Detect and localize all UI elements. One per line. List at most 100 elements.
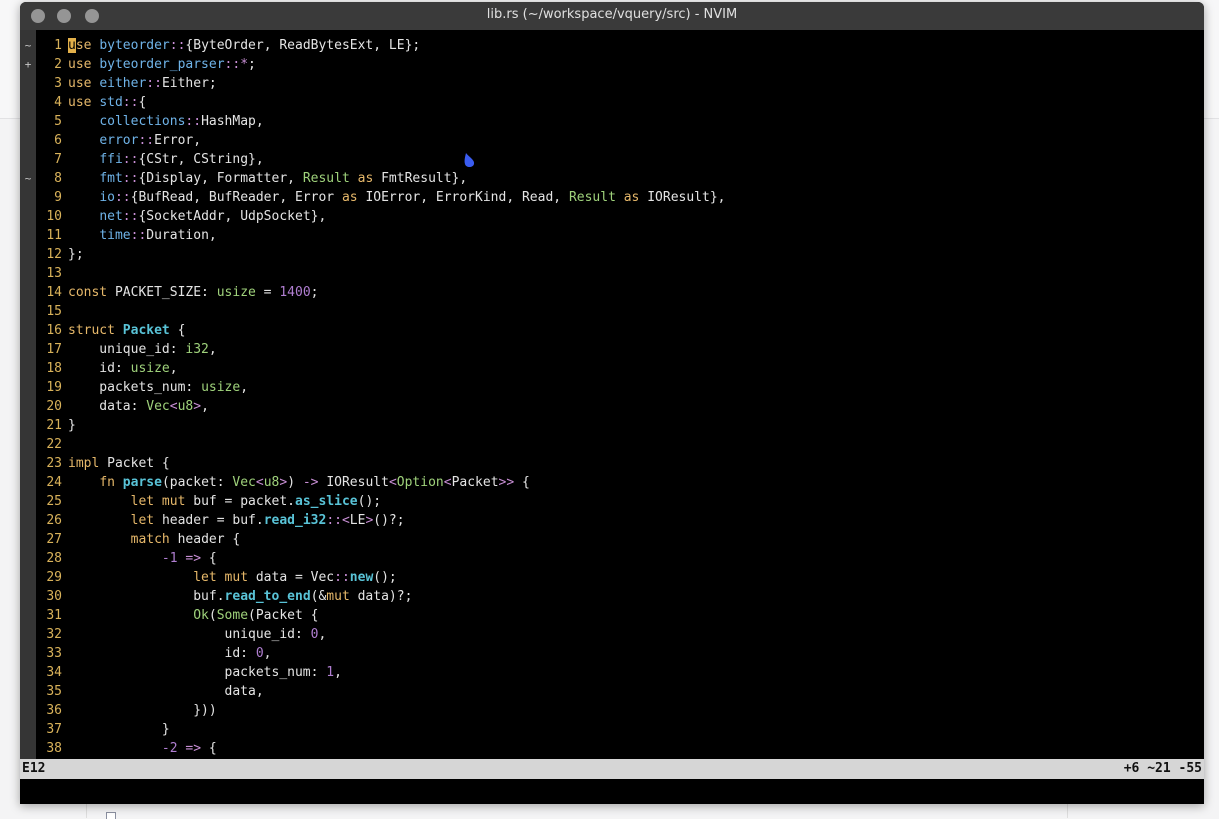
code-token: :: (122, 209, 139, 224)
code-line[interactable]: 32 unique_id: 0, (36, 625, 1204, 644)
code-line[interactable]: 26 let header = buf.read_i32::<LE>()?; (36, 511, 1204, 530)
code-line[interactable]: 22 (36, 435, 1204, 454)
code-line[interactable]: 17 unique_id: i32, (36, 340, 1204, 359)
code-line[interactable]: 13 (36, 264, 1204, 283)
code-token: > (193, 399, 202, 414)
git-sign: ~ (24, 172, 32, 185)
line-text: match header { (68, 532, 241, 547)
line-text: net::{SocketAddr, UdpSocket}, (68, 209, 326, 224)
line-text: id: 0, (68, 646, 272, 661)
code-token: {Display, Formatter, (138, 171, 303, 186)
line-text: unique_id: 0, (68, 627, 327, 642)
code-token: < (388, 475, 397, 490)
code-token: time (99, 228, 131, 243)
status-diff-stats: +6 ~21 -55 (1123, 761, 1202, 776)
code-token: as (615, 190, 648, 205)
code-token: , (334, 665, 342, 680)
code-line[interactable]: 36 })) (36, 701, 1204, 720)
code-line[interactable]: 18 id: usize, (36, 359, 1204, 378)
line-number: 8 (54, 171, 62, 186)
line-text: }; (68, 247, 84, 262)
line-text: time::Duration, (68, 228, 217, 243)
line-number: 6 (54, 133, 62, 148)
code-line[interactable]: 15 (36, 302, 1204, 321)
code-line[interactable]: 35 data, (36, 682, 1204, 701)
code-token: header = buf. (161, 513, 264, 528)
code-token: ::< (326, 513, 350, 528)
status-mode: E12 (22, 761, 46, 776)
code-line[interactable]: 14 const PACKET_SIZE: usize = 1400; (36, 283, 1204, 302)
line-text: let header = buf.read_i32::<LE>()?; (68, 513, 405, 528)
line-text: use std::{ (68, 95, 146, 110)
line-text: } (68, 418, 76, 433)
code-line[interactable]: 16 struct Packet { (36, 321, 1204, 340)
line-number: 16 (46, 323, 62, 338)
code-line[interactable]: 28 -1 => { (36, 549, 1204, 568)
code-line[interactable]: 24 fn parse(packet: Vec<u8>) -> IOResult… (36, 473, 1204, 492)
line-number: 22 (46, 437, 62, 452)
code-line[interactable]: 10 net::{SocketAddr, UdpSocket}, (36, 207, 1204, 226)
code-token: collections (99, 114, 186, 129)
code-line[interactable]: 11 time::Duration, (36, 226, 1204, 245)
code-token: >> (498, 475, 515, 490)
code-line[interactable]: 27 match header { (36, 530, 1204, 549)
line-text: buf.read_to_end(&mut data)?; (68, 589, 412, 604)
command-line[interactable] (20, 779, 1204, 804)
line-number: 18 (46, 361, 62, 376)
code-token: Result (302, 171, 350, 186)
code-line[interactable]: 1 use byteorder::{ByteOrder, ReadBytesExt… (36, 36, 1204, 55)
code-line[interactable]: 33 id: 0, (36, 644, 1204, 663)
code-line[interactable]: 12}; (36, 245, 1204, 264)
code-line[interactable]: 31 Ok(Some(Packet { (36, 606, 1204, 625)
code-token: , (263, 646, 272, 661)
editor-area[interactable]: ~ + ~ 1 use byteorder::{ByteOrder, ReadByte… (20, 30, 1204, 759)
code-line[interactable]: 30 buf.read_to_end(&mut data)?; (36, 587, 1204, 606)
line-number: 34 (46, 665, 62, 680)
code-line[interactable]: 23 impl Packet { (36, 454, 1204, 473)
line-number: 21 (46, 418, 62, 433)
code-line[interactable]: 9 io::{BufRead, BufReader, Error as IOEr… (36, 188, 1204, 207)
line-number: 35 (46, 684, 62, 699)
titlebar[interactable]: lib.rs (~/workspace/vquery/src) - NVIM (20, 2, 1204, 31)
code-token: {SocketAddr, UdpSocket}, (138, 209, 327, 224)
code-line[interactable]: 8 fmt::{Display, Formatter, Result as Fm… (36, 169, 1204, 188)
code-token: , (240, 380, 249, 395)
code-line[interactable]: 2 use byteorder_parser::*; (36, 55, 1204, 74)
line-number: 38 (46, 741, 62, 756)
code-token: use (68, 57, 100, 72)
code-line[interactable]: 19 packets_num: usize, (36, 378, 1204, 397)
code-token: Ok (193, 608, 209, 623)
code-token: } (68, 418, 76, 433)
code-token: byteorder_parser (99, 57, 225, 72)
code-line[interactable]: 7 ffi::{CStr, CString}, (36, 150, 1204, 169)
code-line[interactable]: 5 collections::HashMap, (36, 112, 1204, 131)
code-token: -> (302, 475, 319, 490)
code-line[interactable]: 25 let mut buf = packet.as_slice(); (36, 492, 1204, 511)
water-drop-icon (464, 153, 475, 167)
code-token: })) (68, 703, 217, 718)
code-token: u8 (263, 475, 280, 490)
code-line[interactable]: 6 error::Error, (36, 131, 1204, 150)
code-line[interactable]: 29 let mut data = Vec::new(); (36, 568, 1204, 587)
code-line[interactable]: 37 } (36, 720, 1204, 739)
code-line[interactable]: 3 use either::Either; (36, 74, 1204, 93)
code-lines[interactable]: 1 use byteorder::{ByteOrder, ReadBytesExt… (36, 36, 1204, 758)
code-token: Duration, (146, 228, 217, 243)
line-number: 9 (54, 190, 62, 205)
code-token: IOResult}, (647, 190, 726, 205)
code-line[interactable]: 38 -2 => { (36, 739, 1204, 758)
text-cursor: u (68, 38, 76, 53)
code-line[interactable]: 20 data: Vec<u8>, (36, 397, 1204, 416)
code-line[interactable]: 21} (36, 416, 1204, 435)
line-number: 25 (46, 494, 62, 509)
line-number: 19 (46, 380, 62, 395)
code-line[interactable]: 4 use std::{ (36, 93, 1204, 112)
code-line[interactable]: 34 packets_num: 1, (36, 663, 1204, 682)
